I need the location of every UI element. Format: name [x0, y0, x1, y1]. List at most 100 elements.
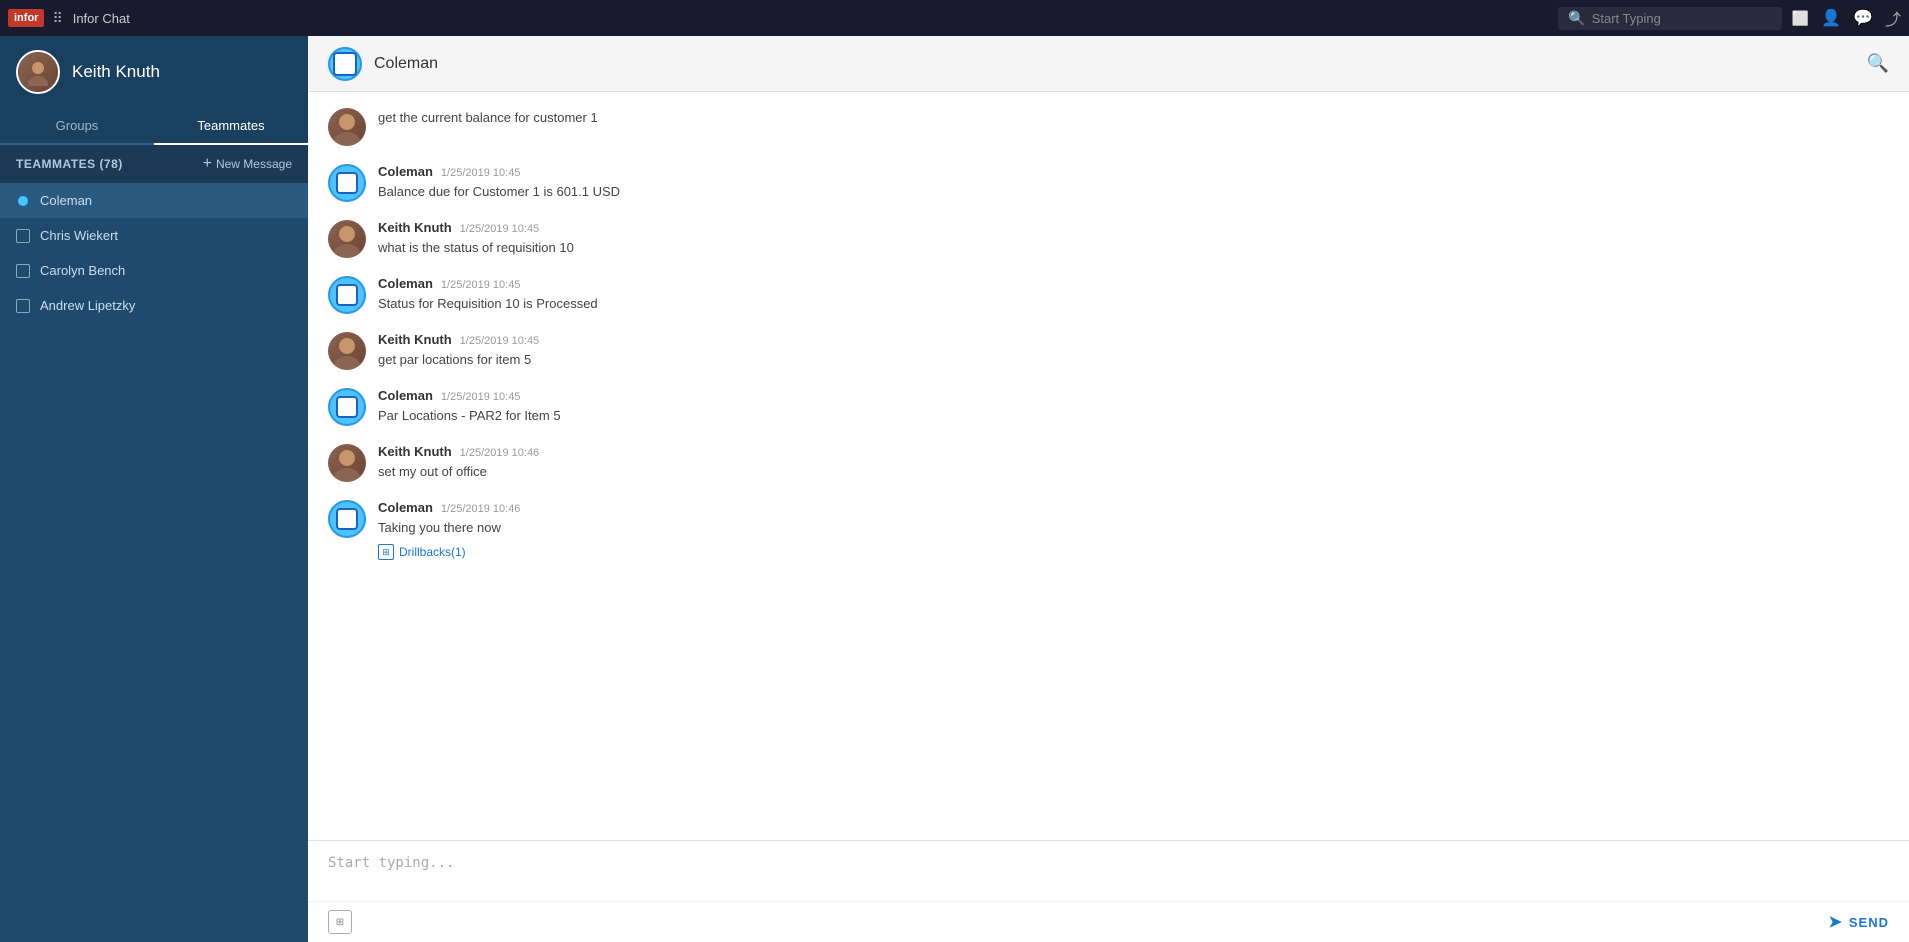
msg-content-6: Keith Knuth 1/25/2019 10:46 set my out o… — [378, 444, 1889, 482]
drillback-icon: ⊞ — [378, 544, 394, 560]
coleman-avatar-1 — [328, 164, 366, 202]
keith-avatar-svg-2 — [328, 220, 366, 258]
msg-text-7: Taking you there now — [378, 518, 1889, 538]
tab-teammates[interactable]: Teammates — [154, 108, 308, 145]
msg-text-3: Status for Requisition 10 is Processed — [378, 294, 1889, 314]
keith-avatar-trunc — [328, 108, 366, 146]
share-icon[interactable]: ⤴ — [1885, 6, 1901, 30]
msg-sender-6: Keith Knuth — [378, 444, 452, 459]
table-row: Coleman 1/25/2019 10:45 Balance due for … — [328, 164, 1889, 202]
main-layout: Keith Knuth Groups Teammates TEAMMATES (… — [0, 36, 1909, 942]
avatar-svg — [24, 58, 52, 86]
coleman-avatar-7 — [328, 500, 366, 538]
user-avatar — [16, 50, 60, 94]
sidebar: Keith Knuth Groups Teammates TEAMMATES (… — [0, 36, 308, 942]
monitor-icon[interactable]: ⬜ — [1792, 10, 1809, 27]
drillback-link[interactable]: ⊞ Drillbacks(1) — [378, 544, 466, 560]
section-title: TEAMMATES (78) — [16, 157, 123, 171]
chat-header-name: Coleman — [374, 55, 438, 73]
nav-search: 🔍 — [1558, 7, 1781, 30]
contact-name-carolyn: Carolyn Bench — [40, 263, 125, 278]
contact-item-chris[interactable]: Chris Wiekert — [0, 218, 308, 253]
msg-content-4: Keith Knuth 1/25/2019 10:45 get par loca… — [378, 332, 1889, 370]
send-button[interactable]: ➤ SEND — [1828, 912, 1889, 932]
sidebar-header: Keith Knuth — [0, 36, 308, 108]
contact-list: Coleman Chris Wiekert Carolyn Bench Andr… — [0, 183, 308, 942]
contact-square-icon-2 — [16, 264, 30, 278]
user-avatar-img — [18, 52, 58, 92]
contact-dot-icon — [16, 194, 30, 208]
nav-search-input[interactable] — [1592, 11, 1772, 26]
drillback-label: Drillbacks(1) — [399, 545, 466, 559]
contact-name-andrew: Andrew Lipetzky — [40, 298, 135, 313]
msg-time-7: 1/25/2019 10:46 — [441, 503, 521, 515]
table-row: Coleman 1/25/2019 10:45 Status for Requi… — [328, 276, 1889, 314]
chat-header-avatar — [328, 47, 362, 81]
msg-time-5: 1/25/2019 10:45 — [441, 391, 521, 403]
msg-meta-2: Keith Knuth 1/25/2019 10:45 — [378, 220, 1889, 235]
app-title: Infor Chat — [73, 11, 1559, 26]
contact-item-coleman[interactable]: Coleman — [0, 183, 308, 218]
chat-area: Coleman 🔍 get the current balance for cu… — [308, 36, 1909, 942]
table-row: get the current balance for customer 1 — [328, 108, 1889, 146]
msg-time-6: 1/25/2019 10:46 — [460, 447, 540, 459]
msg-text-trunc: get the current balance for customer 1 — [378, 108, 1889, 128]
search-icon: 🔍 — [1568, 10, 1585, 27]
tab-groups[interactable]: Groups — [0, 108, 154, 143]
contact-name-chris: Chris Wiekert — [40, 228, 118, 243]
coleman-icon — [333, 52, 357, 76]
msg-meta-3: Coleman 1/25/2019 10:45 — [378, 276, 1889, 291]
contact-item-carolyn[interactable]: Carolyn Bench — [0, 253, 308, 288]
drillback-container: ⊞ Drillbacks(1) — [378, 542, 1889, 561]
msg-meta-5: Coleman 1/25/2019 10:45 — [378, 388, 1889, 403]
msg-meta-6: Keith Knuth 1/25/2019 10:46 — [378, 444, 1889, 459]
coleman-icon-5 — [336, 396, 358, 418]
top-nav: infor ⠿ Infor Chat 🔍 ⬜ 👤 💬 ⤴ — [0, 0, 1909, 36]
msg-content-1: Coleman 1/25/2019 10:45 Balance due for … — [378, 164, 1889, 202]
table-row: Coleman 1/25/2019 10:45 Par Locations - … — [328, 388, 1889, 426]
msg-sender-5: Coleman — [378, 388, 433, 403]
coleman-icon-3 — [336, 284, 358, 306]
msg-sender-4: Keith Knuth — [378, 332, 452, 347]
msg-text-5: Par Locations - PAR2 for Item 5 — [378, 406, 1889, 426]
coleman-icon-1 — [336, 172, 358, 194]
contact-square-icon — [16, 229, 30, 243]
contact-square-icon-3 — [16, 299, 30, 313]
msg-meta-4: Keith Knuth 1/25/2019 10:45 — [378, 332, 1889, 347]
infor-logo: infor — [8, 9, 44, 27]
keith-avatar-svg-4 — [328, 332, 366, 370]
sidebar-section-header: TEAMMATES (78) + New Message — [0, 145, 308, 183]
toolbar-attach-icon[interactable]: ⊞ — [328, 910, 352, 934]
msg-time-3: 1/25/2019 10:45 — [441, 279, 521, 291]
message-input[interactable] — [328, 855, 1889, 871]
msg-time-4: 1/25/2019 10:45 — [460, 335, 540, 347]
coleman-icon-7 — [336, 508, 358, 530]
table-row: Keith Knuth 1/25/2019 10:45 what is the … — [328, 220, 1889, 258]
send-label: SEND — [1849, 915, 1889, 930]
msg-time-2: 1/25/2019 10:45 — [460, 223, 540, 235]
msg-text-1: Balance due for Customer 1 is 601.1 USD — [378, 182, 1889, 202]
user-name: Keith Knuth — [72, 62, 160, 82]
msg-text-4: get par locations for item 5 — [378, 350, 1889, 370]
keith-avatar-svg-trunc — [328, 108, 366, 146]
nav-icons: ⬜ 👤 💬 ⤴ — [1792, 6, 1901, 30]
msg-sender-3: Coleman — [378, 276, 433, 291]
grid-icon[interactable]: ⠿ — [52, 10, 62, 27]
coleman-avatar-5 — [328, 388, 366, 426]
chat-icon[interactable]: 💬 — [1853, 8, 1873, 28]
message-input-box — [308, 841, 1909, 901]
msg-sender-1: Coleman — [378, 164, 433, 179]
keith-avatar-4 — [328, 332, 366, 370]
chat-search-icon[interactable]: 🔍 — [1867, 53, 1889, 74]
msg-content-trunc: get the current balance for customer 1 — [378, 108, 1889, 128]
msg-meta-1: Coleman 1/25/2019 10:45 — [378, 164, 1889, 179]
msg-content-3: Coleman 1/25/2019 10:45 Status for Requi… — [378, 276, 1889, 314]
keith-avatar-svg-6 — [328, 444, 366, 482]
contact-item-andrew[interactable]: Andrew Lipetzky — [0, 288, 308, 323]
sidebar-tabs: Groups Teammates — [0, 108, 308, 145]
messages-area: get the current balance for customer 1 C… — [308, 92, 1909, 840]
message-input-area: ⊞ ➤ SEND — [308, 840, 1909, 942]
keith-avatar-2 — [328, 220, 366, 258]
user-icon[interactable]: 👤 — [1821, 8, 1841, 28]
new-message-button[interactable]: + New Message — [203, 155, 292, 173]
